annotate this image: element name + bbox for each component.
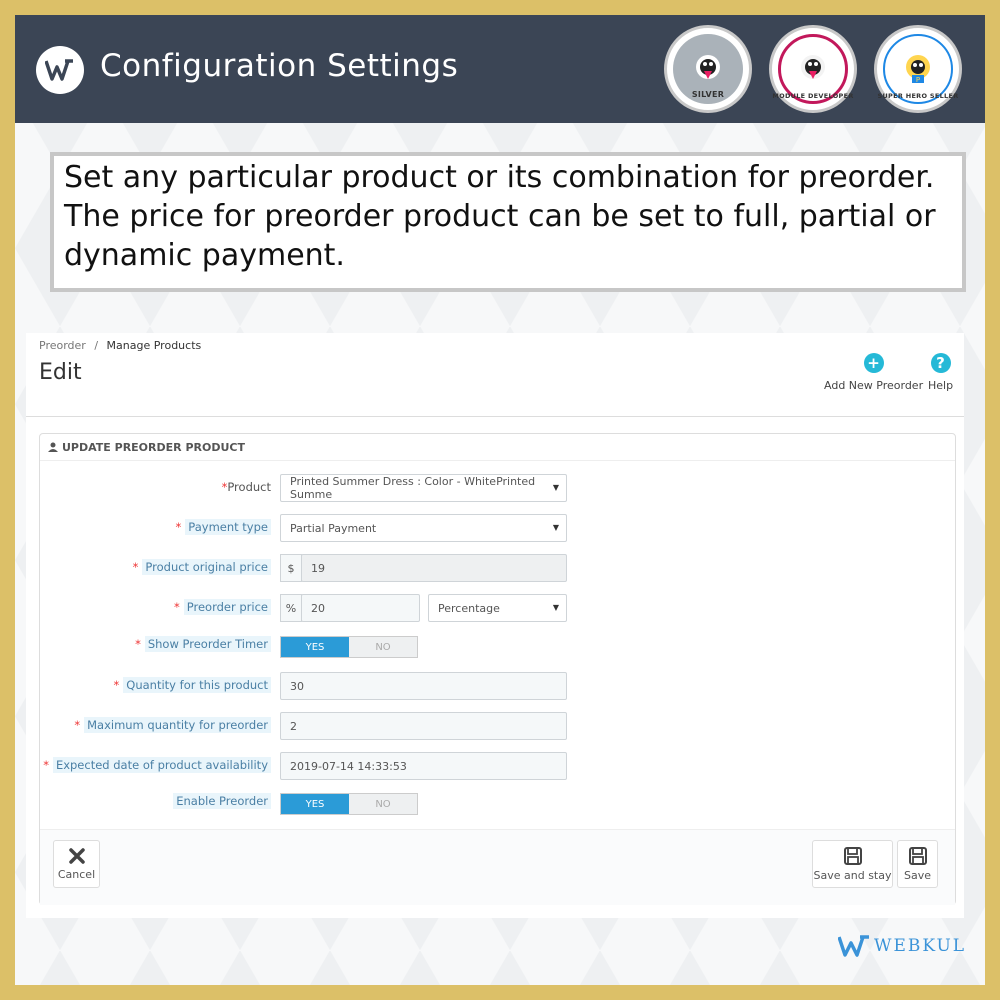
- update-preorder-panel: UPDATE PREORDER PRODUCT *Product Printed…: [39, 433, 956, 905]
- add-new-preorder-button[interactable]: + Add New Preorder: [824, 353, 923, 392]
- enable-preorder-row: Enable Preorder YES NO: [40, 791, 957, 819]
- close-icon: [68, 848, 85, 864]
- preorder-price-row: * Preorder price % 20 Percentage ▼: [40, 594, 957, 622]
- quantity-row: * Quantity for this product 30: [40, 672, 957, 700]
- product-label: *Product: [221, 480, 271, 494]
- admin-screenshot: Preorder / Manage Products Edit + Add Ne…: [26, 333, 964, 918]
- original-price-input: 19: [301, 554, 567, 582]
- expected-date-row: * Expected date of product availability 2…: [40, 752, 957, 780]
- breadcrumb-parent[interactable]: Preorder: [39, 339, 86, 352]
- required-marker: *: [113, 678, 120, 692]
- percent-addon: %: [280, 594, 302, 622]
- preorder-price-label: * Preorder price: [174, 599, 271, 615]
- price-type-select[interactable]: Percentage ▼: [428, 594, 567, 622]
- preorder-price-value: 20: [311, 601, 325, 615]
- required-marker: *: [175, 520, 182, 534]
- module-developer-badge: MODULE DEVELOPER: [769, 25, 857, 113]
- breadcrumb: Preorder / Manage Products: [39, 339, 201, 352]
- switch-no[interactable]: NO: [349, 794, 417, 814]
- header-bar: Configuration Settings SILVER MODULE DEV…: [15, 15, 985, 123]
- description-box: Set any particular product or its combin…: [50, 152, 966, 292]
- caret-down-icon: ▼: [552, 603, 559, 612]
- quantity-value: 30: [290, 679, 304, 693]
- floppy-disk-icon: [908, 847, 927, 865]
- preorder-price-input[interactable]: 20: [301, 594, 420, 622]
- webkul-w-icon: [838, 935, 869, 957]
- product-select[interactable]: Printed Summer Dress : Color - WhitePrin…: [280, 474, 567, 502]
- price-type-value: Percentage: [438, 601, 500, 615]
- header-title: Configuration Settings: [100, 48, 459, 84]
- save-button[interactable]: Save: [897, 840, 938, 888]
- floppy-disk-icon: [843, 847, 862, 865]
- switch-yes[interactable]: YES: [281, 637, 349, 657]
- cancel-label: Cancel: [57, 868, 96, 881]
- required-marker: *: [135, 637, 141, 651]
- caret-down-icon: ▼: [552, 483, 559, 492]
- currency-addon: $: [280, 554, 302, 582]
- payment-type-label: * Payment type: [175, 519, 271, 535]
- badge-text: SILVER: [691, 90, 725, 99]
- expected-date-input[interactable]: 2019-07-14 14:33:53: [280, 752, 567, 780]
- max-quantity-row: * Maximum quantity for preorder 2: [40, 712, 957, 740]
- original-price-row: * Product original price $ 19: [40, 554, 957, 582]
- required-marker: *: [43, 758, 49, 772]
- badge-text: SUPER HERO SELLER: [877, 92, 959, 100]
- webkul-logo-icon: [36, 46, 84, 94]
- quantity-label: * Quantity for this product: [113, 677, 271, 693]
- panel-footer: Cancel Save and stay Save: [40, 829, 955, 905]
- show-timer-row: * Show Preorder Timer YES NO: [40, 634, 957, 662]
- payment-type-select[interactable]: Partial Payment ▼: [280, 514, 567, 542]
- help-button[interactable]: ? Help: [928, 353, 953, 392]
- question-circle-icon: ?: [930, 353, 951, 373]
- plus-circle-icon: +: [863, 353, 884, 373]
- original-price-value: 19: [311, 561, 325, 575]
- expected-date-label: * Expected date of product availability: [43, 757, 271, 773]
- help-label: Help: [928, 379, 954, 392]
- breadcrumb-separator: /: [94, 339, 99, 352]
- panel-title: UPDATE PREORDER PRODUCT: [62, 440, 245, 454]
- quantity-input[interactable]: 30: [280, 672, 567, 700]
- show-timer-switch[interactable]: YES NO: [280, 636, 418, 658]
- breadcrumb-current: Manage Products: [106, 339, 202, 352]
- save-and-stay-label: Save and stay: [813, 869, 892, 882]
- add-new-preorder-label: Add New Preorder: [824, 379, 924, 392]
- save-and-stay-button[interactable]: Save and stay: [812, 840, 893, 888]
- webkul-brand: WEBKUL: [838, 935, 966, 957]
- switch-no[interactable]: NO: [349, 637, 417, 657]
- user-icon: [48, 442, 58, 452]
- webkul-wordmark: WEBKUL: [874, 936, 967, 956]
- save-label: Save: [903, 869, 931, 882]
- payment-type-value: Partial Payment: [290, 521, 377, 535]
- badge-text: MODULE DEVELOPER: [772, 92, 854, 100]
- page-frame: Configuration Settings SILVER MODULE DEV…: [15, 15, 985, 985]
- expected-date-value: 2019-07-14 14:33:53: [290, 759, 407, 773]
- required-marker: *: [132, 560, 139, 574]
- original-price-label: * Product original price: [132, 559, 271, 575]
- description-text: Set any particular product or its combin…: [64, 160, 936, 273]
- caret-down-icon: ▼: [552, 523, 559, 532]
- page-header: Preorder / Manage Products Edit + Add Ne…: [26, 333, 964, 417]
- page-title: Edit: [39, 360, 82, 385]
- payment-type-row: * Payment type Partial Payment ▼: [40, 514, 957, 542]
- max-quantity-value: 2: [290, 719, 297, 733]
- panel-heading: UPDATE PREORDER PRODUCT: [40, 434, 955, 461]
- cancel-button[interactable]: Cancel: [53, 840, 100, 888]
- max-quantity-label: * Maximum quantity for preorder: [74, 717, 271, 733]
- required-marker: *: [74, 718, 81, 732]
- enable-preorder-switch[interactable]: YES NO: [280, 793, 418, 815]
- required-marker: *: [174, 600, 180, 614]
- product-select-value: Printed Summer Dress : Color - WhitePrin…: [290, 475, 536, 501]
- switch-yes[interactable]: YES: [281, 794, 349, 814]
- enable-preorder-label: Enable Preorder: [173, 793, 271, 809]
- silver-partner-badge: SILVER: [664, 25, 752, 113]
- max-quantity-input[interactable]: 2: [280, 712, 567, 740]
- svg-text:P: P: [916, 76, 920, 84]
- super-hero-seller-badge: P SUPER HERO SELLER: [874, 25, 962, 113]
- show-timer-label: * Show Preorder Timer: [135, 636, 271, 652]
- product-row: *Product Printed Summer Dress : Color - …: [40, 474, 957, 502]
